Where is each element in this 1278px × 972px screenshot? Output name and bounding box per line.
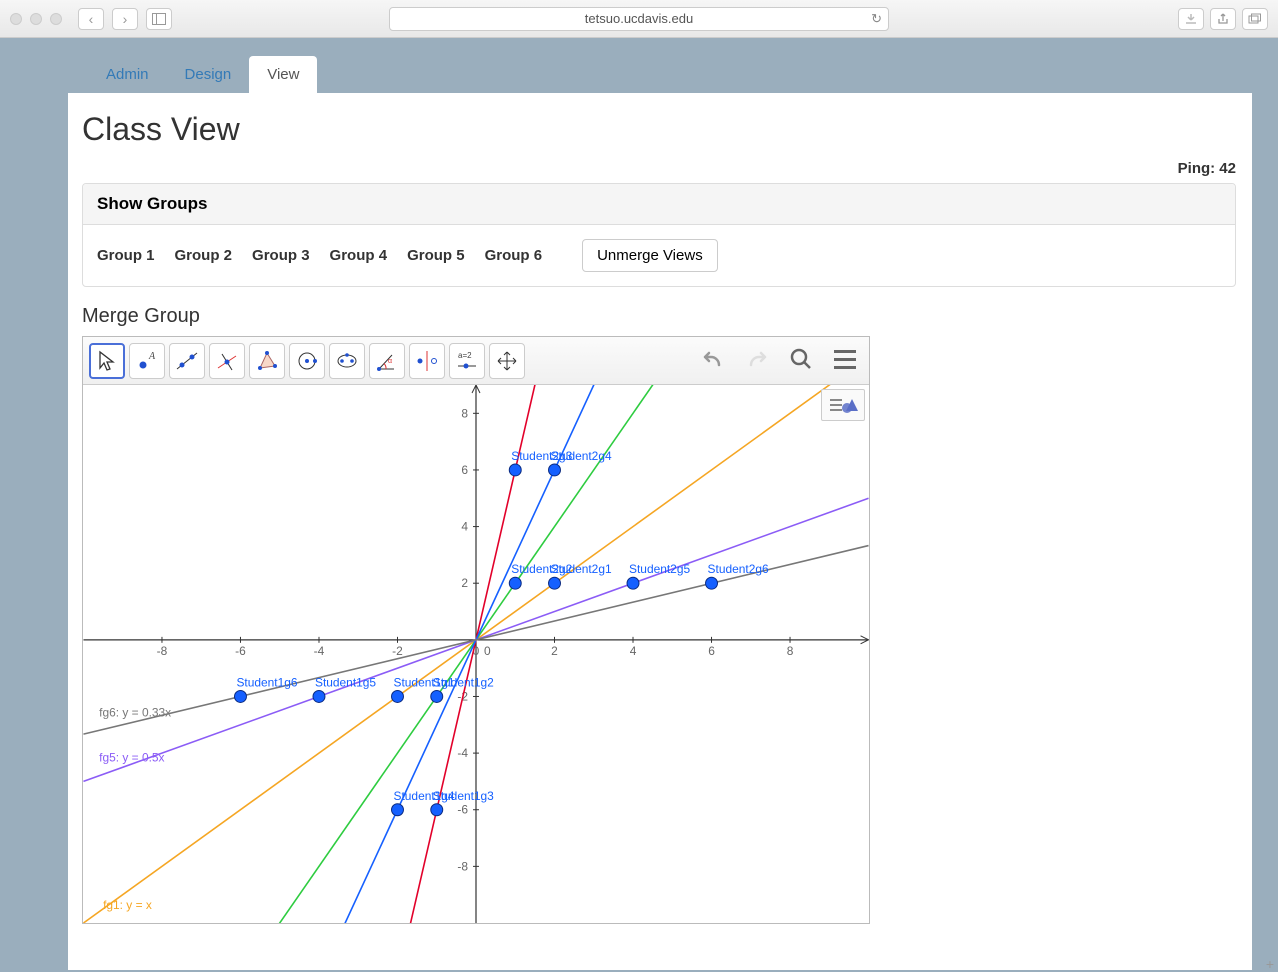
angle-tool[interactable]: α xyxy=(369,343,405,379)
minimize-window-icon[interactable] xyxy=(30,13,42,25)
pointer-tool[interactable] xyxy=(89,343,125,379)
svg-text:-6: -6 xyxy=(235,644,246,658)
page-title: Class View xyxy=(82,111,1236,148)
slider-tool[interactable]: a=2 xyxy=(449,343,485,379)
group-link[interactable]: Group 3 xyxy=(252,247,310,264)
svg-text:6: 6 xyxy=(461,463,468,477)
svg-text:6: 6 xyxy=(708,644,715,658)
move-view-tool[interactable] xyxy=(489,343,525,379)
group-link[interactable]: Group 5 xyxy=(407,247,465,264)
group-link[interactable]: Group 2 xyxy=(175,247,233,264)
geogebra-toolbar: A α xyxy=(83,337,869,385)
svg-text:Student1g5: Student1g5 xyxy=(315,676,376,690)
svg-text:8: 8 xyxy=(787,644,794,658)
group-link[interactable]: Group 1 xyxy=(97,247,155,264)
svg-text:-4: -4 xyxy=(457,746,468,760)
tab-design[interactable]: Design xyxy=(167,56,250,93)
svg-text:α: α xyxy=(388,358,392,365)
group-link[interactable]: Group 6 xyxy=(485,247,543,264)
svg-text:fg6: y = 0.33x: fg6: y = 0.33x xyxy=(99,705,171,719)
tabs-icon[interactable] xyxy=(1242,8,1268,30)
group-link[interactable]: Group 4 xyxy=(330,247,388,264)
forward-button[interactable]: › xyxy=(112,8,138,30)
panel-heading: Show Groups xyxy=(83,184,1235,225)
svg-text:-4: -4 xyxy=(314,644,325,658)
close-window-icon[interactable] xyxy=(10,13,22,25)
svg-text:Student1g3: Student1g3 xyxy=(433,789,494,803)
svg-text:-6: -6 xyxy=(457,803,468,817)
svg-text:fg5: y = 0.5x: fg5: y = 0.5x xyxy=(99,751,164,765)
svg-text:-2: -2 xyxy=(392,644,403,658)
svg-text:4: 4 xyxy=(630,644,637,658)
point-tool[interactable]: A xyxy=(129,343,165,379)
circle-tool[interactable] xyxy=(289,343,325,379)
svg-text:Student1g6: Student1g6 xyxy=(236,676,297,690)
nav-tabs: Admin Design View xyxy=(68,38,1252,93)
svg-text:8: 8 xyxy=(461,406,468,420)
geogebra-applet: A α xyxy=(82,336,870,924)
line-tool[interactable] xyxy=(169,343,205,379)
geogebra-canvas[interactable]: -8-6-4-2024680-8-6-4-22468fg1: y = xfg2:… xyxy=(83,385,869,923)
show-groups-panel: Show Groups Group 1 Group 2 Group 3 Grou… xyxy=(82,183,1236,287)
svg-text:2: 2 xyxy=(551,644,558,658)
url-bar[interactable]: tetsuo.ucdavis.edu ↻ xyxy=(389,7,889,31)
back-button[interactable]: ‹ xyxy=(78,8,104,30)
share-icon[interactable] xyxy=(1210,8,1236,30)
svg-text:a=2: a=2 xyxy=(458,351,472,360)
reload-icon[interactable]: ↻ xyxy=(871,11,882,27)
page-container: Admin Design View Class View Ping: 42 Sh… xyxy=(68,38,1252,970)
redo-icon[interactable] xyxy=(741,343,773,375)
url-text: tetsuo.ucdavis.edu xyxy=(585,11,693,26)
polygon-tool[interactable] xyxy=(249,343,285,379)
perpendicular-tool[interactable] xyxy=(209,343,245,379)
merge-group-title: Merge Group xyxy=(82,305,1236,328)
ellipse-tool[interactable] xyxy=(329,343,365,379)
svg-text:4: 4 xyxy=(461,520,468,534)
svg-text:-8: -8 xyxy=(157,644,168,658)
browser-toolbar: ‹ › tetsuo.ucdavis.edu ↻ + xyxy=(0,0,1278,38)
svg-text:fg1: y = x: fg1: y = x xyxy=(103,898,152,912)
svg-text:A: A xyxy=(148,351,156,362)
search-icon[interactable] xyxy=(785,343,817,375)
reflect-tool[interactable] xyxy=(409,343,445,379)
svg-text:Student2g1: Student2g1 xyxy=(551,562,612,576)
svg-text:Student1g2: Student1g2 xyxy=(433,676,494,690)
svg-text:Student2g5: Student2g5 xyxy=(629,562,690,576)
undo-icon[interactable] xyxy=(697,343,729,375)
downloads-icon[interactable] xyxy=(1178,8,1204,30)
tab-view[interactable]: View xyxy=(249,56,317,93)
svg-text:Student2g6: Student2g6 xyxy=(708,562,769,576)
menu-icon[interactable] xyxy=(829,343,861,375)
window-controls[interactable] xyxy=(10,13,62,25)
svg-text:0: 0 xyxy=(484,644,491,658)
unmerge-button[interactable]: Unmerge Views xyxy=(582,239,718,272)
svg-text:Student2g4: Student2g4 xyxy=(551,449,612,463)
sidebar-toggle-icon[interactable] xyxy=(146,8,172,30)
svg-text:-8: -8 xyxy=(457,859,468,873)
ping-status: Ping: 42 xyxy=(82,160,1236,177)
maximize-window-icon[interactable] xyxy=(50,13,62,25)
svg-text:2: 2 xyxy=(461,576,468,590)
tab-admin[interactable]: Admin xyxy=(88,56,167,93)
style-bar-toggle[interactable] xyxy=(821,389,865,421)
